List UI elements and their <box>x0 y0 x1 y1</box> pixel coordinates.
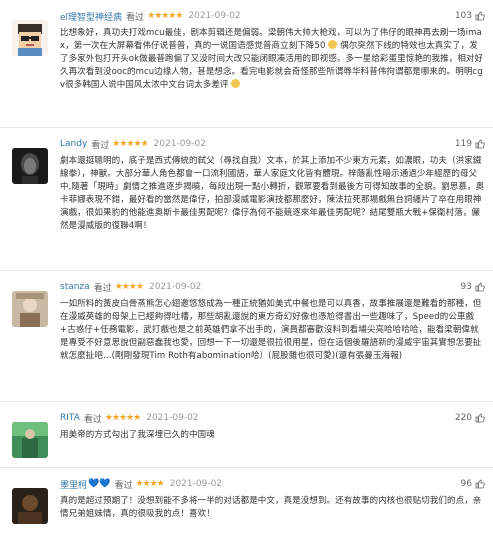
username-link[interactable]: stanza <box>60 282 90 292</box>
useful-count: 220 <box>454 413 472 423</box>
useful-count: 96 <box>460 479 472 489</box>
avatar[interactable] <box>12 488 48 524</box>
thumbs-up-icon[interactable] <box>475 479 485 489</box>
review-date: 2021-09-02 <box>148 282 202 292</box>
watch-status: 看过 <box>93 283 112 294</box>
rating-stars: ★★★★ <box>114 282 144 292</box>
avatar[interactable] <box>12 148 48 184</box>
watch-status: 看过 <box>83 414 102 425</box>
review-date: 2021-09-02 <box>146 413 199 423</box>
smile-emoji-icon <box>328 40 338 49</box>
user-badges: 💙💙 <box>88 479 111 489</box>
useful-count: 93 <box>460 282 472 292</box>
watch-status: 看过 <box>114 480 133 491</box>
review-item: Landy 看过 ★★★★★ 2021-09-02 119 劇本還挺聰明的，底子… <box>0 136 493 271</box>
review-text: 真的是超过预期了！没想到能不多将一半的对话都是中文，真是没想到。还有故事的内核也… <box>60 496 482 519</box>
rating-stars: ★★★★★ <box>112 139 148 149</box>
review-text: 用美帝的方式勾出了我深埋已久的中国魂 <box>60 430 215 440</box>
avatar[interactable] <box>12 291 48 327</box>
rating-stars: ★★★★★ <box>147 11 183 21</box>
review-date: 2021-09-02 <box>188 11 241 21</box>
watch-status: 看过 <box>91 140 110 151</box>
username-link[interactable]: el理智型神经病 <box>60 10 122 23</box>
useful-count: 119 <box>454 139 472 149</box>
thumbs-up-icon[interactable] <box>475 413 485 423</box>
review-item: RITA 看过 ★★★★★ 2021-09-02 220 用美帝的方式勾出了我深… <box>0 410 493 468</box>
review-item: el理智型神经病 看过 ★★★★★ 2021-09-02 103 比想象好，真功… <box>0 8 493 128</box>
avatar[interactable] <box>12 422 48 458</box>
rating-stars: ★★★★ <box>135 479 164 489</box>
thumbs-up-icon[interactable] <box>475 11 485 21</box>
review-date: 2021-09-02 <box>169 479 223 489</box>
smile-emoji-icon <box>231 79 241 88</box>
username-link[interactable]: RITA <box>60 413 80 423</box>
review-item: stanza 看过 ★★★★ 2021-09-02 93 一如所料的黃皮白骨蒸熊… <box>0 279 493 402</box>
watch-status: 看过 <box>126 12 145 23</box>
rating-stars: ★★★★★ <box>104 413 141 423</box>
avatar[interactable] <box>12 20 48 56</box>
thumbs-up-icon[interactable] <box>475 139 485 149</box>
review-text: 劇本還挺聰明的，底子是西式傳統的弑父（尋找自我）文本，於其上添加不少東方元素，如… <box>60 156 485 231</box>
review-text: 一如所料的黃皮白骨蒸熊怎心翅邀悠悠成為一種正統猶如美式中餐也是可以真香，故事推展… <box>60 299 482 361</box>
username-link[interactable]: Landy <box>60 139 87 149</box>
review-text: 比想象好，真功夫打戏mcu最佳，剧本剪辑还是偏弱。梁朝伟大帅大枪戏，可以为了伟仔… <box>60 27 485 92</box>
review-item: 墨里柯 💙💙 看过 ★★★★ 2021-09-02 96 真的是超过预期了！没想… <box>0 476 493 552</box>
username-link[interactable]: 墨里柯 <box>60 478 87 491</box>
useful-count: 103 <box>454 11 472 21</box>
thumbs-up-icon[interactable] <box>475 282 485 292</box>
review-date: 2021-09-02 <box>153 139 206 149</box>
